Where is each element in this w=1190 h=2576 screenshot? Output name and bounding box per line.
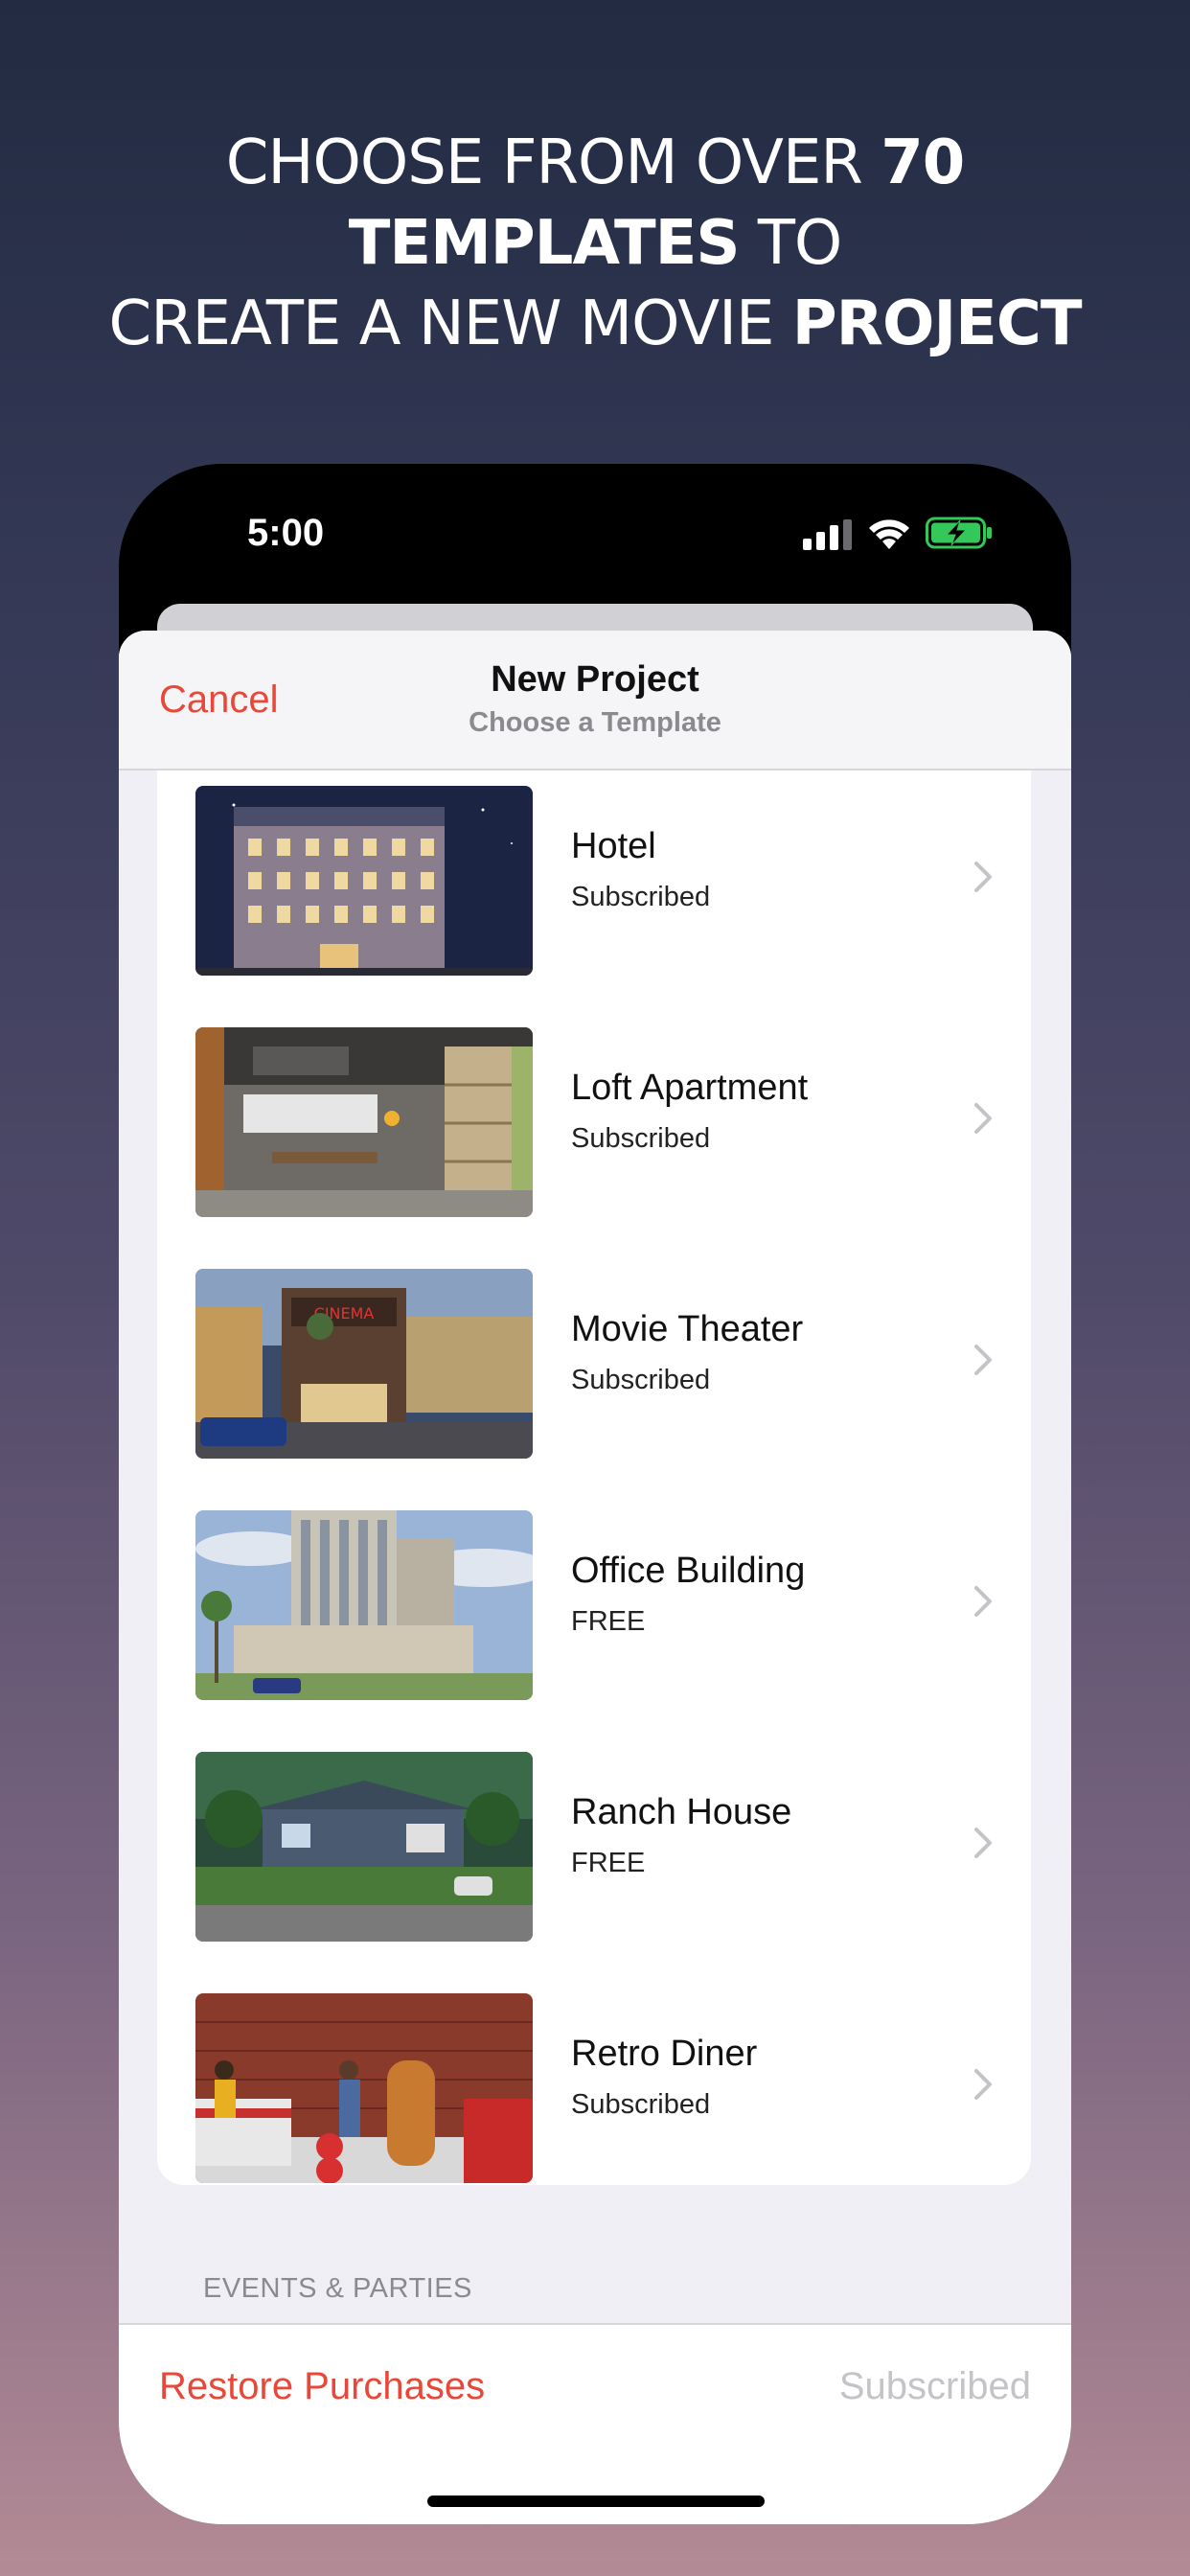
template-status: Subscribed bbox=[571, 1365, 711, 1395]
restore-purchases-button[interactable]: Restore Purchases bbox=[159, 2365, 485, 2408]
template-thumbnail bbox=[195, 1027, 533, 1217]
template-row-loft-apartment[interactable]: Loft Apartment Subscribed bbox=[157, 1027, 1031, 1269]
chevron-right-icon bbox=[974, 1103, 992, 1134]
template-status: Subscribed bbox=[571, 2089, 711, 2120]
template-title: Loft Apartment bbox=[571, 1068, 809, 1108]
subscription-status: Subscribed bbox=[838, 2365, 1031, 2407]
template-row-ranch-house[interactable]: Ranch House FREE bbox=[157, 1752, 1031, 1993]
marketing-headline: CHOOSE FROM OVER 70 TEMPLATES TO CREATE … bbox=[0, 123, 1190, 364]
status-bar: 5:00 bbox=[119, 464, 1071, 627]
navigation-bar: Cancel New Project Choose a Template bbox=[119, 631, 1071, 770]
headline-bold: PROJECT bbox=[791, 288, 1083, 359]
headline-line-1: CHOOSE FROM OVER 70 bbox=[0, 123, 1190, 203]
status-time: 5:00 bbox=[247, 512, 325, 554]
chevron-right-icon bbox=[974, 1828, 992, 1858]
template-title: Movie Theater bbox=[571, 1309, 804, 1349]
template-status: FREE bbox=[571, 1848, 646, 1878]
battery-charging-icon bbox=[926, 517, 992, 549]
template-thumbnail bbox=[195, 1510, 533, 1700]
headline-text: CHOOSE FROM OVER bbox=[225, 127, 881, 198]
template-row-hotel[interactable]: Hotel Subscribed bbox=[157, 786, 1031, 1027]
template-status: FREE bbox=[571, 1606, 646, 1637]
template-title: Retro Diner bbox=[571, 2034, 758, 2074]
page-subtitle: Choose a Template bbox=[469, 707, 721, 738]
chevron-right-icon bbox=[974, 2069, 992, 2100]
template-thumbnail bbox=[195, 1752, 533, 1942]
template-row-retro-diner[interactable]: Retro Diner Subscribed bbox=[157, 1993, 1031, 2185]
bottom-toolbar: Restore Purchases Subscribed bbox=[119, 2323, 1071, 2524]
headline-bold: TEMPLATES bbox=[348, 208, 741, 279]
template-list: Hotel Subscribed Loft Apartment Subscrib… bbox=[157, 770, 1031, 2185]
chevron-right-icon bbox=[974, 1345, 992, 1375]
section-header: EVENTS & PARTIES bbox=[203, 2273, 472, 2304]
template-row-office-building[interactable]: Office Building FREE bbox=[157, 1510, 1031, 1752]
template-thumbnail bbox=[195, 1993, 533, 2183]
page-title: New Project bbox=[491, 659, 699, 700]
headline-line-2: TEMPLATES TO bbox=[0, 203, 1190, 284]
template-status: Subscribed bbox=[571, 882, 711, 912]
template-title: Hotel bbox=[571, 826, 656, 866]
template-thumbnail: CINEMA bbox=[195, 1269, 533, 1459]
template-thumbnail bbox=[195, 786, 533, 976]
headline-text: CREATE A NEW MOVIE bbox=[108, 288, 792, 359]
chevron-right-icon bbox=[974, 862, 992, 892]
home-indicator bbox=[427, 2496, 765, 2507]
phone-frame: 5:00 Cancel New Project Choose a Templat… bbox=[119, 464, 1071, 2524]
template-title: Ranch House bbox=[571, 1792, 792, 1832]
template-title: Office Building bbox=[571, 1551, 806, 1591]
headline-line-3: CREATE A NEW MOVIE PROJECT bbox=[0, 284, 1190, 364]
chevron-right-icon bbox=[974, 1586, 992, 1617]
template-row-movie-theater[interactable]: CINEMA Movie Theater Subscribed bbox=[157, 1269, 1031, 1510]
headline-bold: 70 bbox=[881, 127, 965, 198]
wifi-icon bbox=[869, 519, 909, 549]
cellular-signal-icon bbox=[803, 519, 852, 550]
new-project-sheet: Cancel New Project Choose a Template Hot… bbox=[119, 631, 1071, 2524]
template-status: Subscribed bbox=[571, 1123, 711, 1154]
headline-text: TO bbox=[739, 208, 842, 279]
